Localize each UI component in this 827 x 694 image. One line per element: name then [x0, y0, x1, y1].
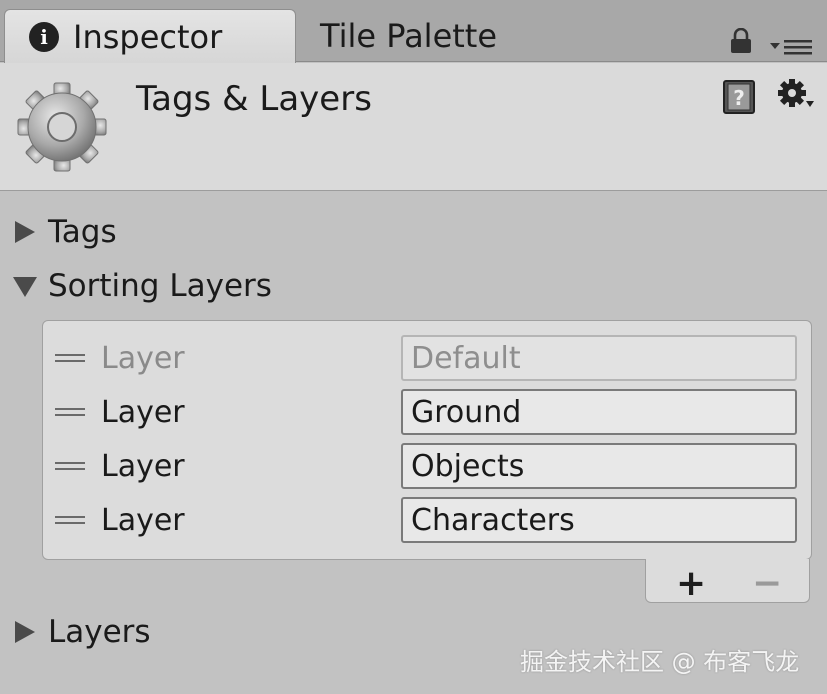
- inspector-header: Tags & Layers ?: [0, 63, 827, 191]
- layer-name-field[interactable]: Objects: [401, 443, 797, 489]
- tab-menu-icon[interactable]: [770, 38, 814, 56]
- list-item: Layer Objects: [43, 439, 811, 493]
- gear-icon: [17, 82, 107, 172]
- lock-icon[interactable]: [729, 28, 753, 54]
- expanded-arrow-icon: [13, 277, 37, 297]
- list-item: Layer Ground: [43, 385, 811, 439]
- tab-inspector-label: Inspector: [73, 17, 223, 56]
- settings-gear-icon[interactable]: [777, 77, 817, 113]
- foldout-tags[interactable]: Tags: [12, 214, 117, 250]
- drag-handle-icon[interactable]: [55, 350, 85, 366]
- foldout-sorting-layers-label: Sorting Layers: [48, 268, 272, 304]
- help-book-icon[interactable]: ?: [722, 79, 758, 115]
- list-item: Layer Default: [43, 331, 811, 385]
- row-label: Layer: [101, 502, 185, 538]
- tab-bar: i Inspector Tile Palette: [0, 0, 827, 63]
- svg-text:?: ?: [733, 86, 745, 110]
- tab-inspector[interactable]: i Inspector: [4, 9, 296, 63]
- foldout-layers[interactable]: Layers: [12, 614, 151, 650]
- foldout-layers-label: Layers: [48, 614, 151, 650]
- remove-layer-button[interactable]: −: [752, 563, 782, 604]
- drag-handle-icon[interactable]: [55, 458, 85, 474]
- row-label: Layer: [101, 394, 185, 430]
- page-title: Tags & Layers: [136, 79, 372, 119]
- layer-name-field[interactable]: Ground: [401, 389, 797, 435]
- add-layer-button[interactable]: +: [676, 563, 706, 604]
- drag-handle-icon[interactable]: [55, 512, 85, 528]
- row-label: Layer: [101, 340, 185, 376]
- collapsed-arrow-icon: [15, 621, 35, 643]
- tab-tile-palette[interactable]: Tile Palette: [320, 10, 497, 62]
- sorting-layers-list: Layer Default Layer Ground Layer Objects…: [42, 320, 812, 560]
- list-item: Layer Characters: [43, 493, 811, 547]
- layer-name-field: Default: [401, 335, 797, 381]
- add-remove-footer: + −: [645, 559, 810, 604]
- tab-tile-palette-label: Tile Palette: [320, 17, 498, 55]
- row-label: Layer: [101, 448, 185, 484]
- info-icon: i: [29, 21, 59, 52]
- drag-handle-icon[interactable]: [55, 404, 85, 420]
- foldout-sorting-layers[interactable]: Sorting Layers: [12, 268, 272, 304]
- watermark: 掘金技术社区 @ 布客飞龙: [520, 648, 800, 676]
- layer-name-field[interactable]: Characters: [401, 497, 797, 543]
- foldout-tags-label: Tags: [48, 214, 117, 250]
- collapsed-arrow-icon: [15, 221, 35, 243]
